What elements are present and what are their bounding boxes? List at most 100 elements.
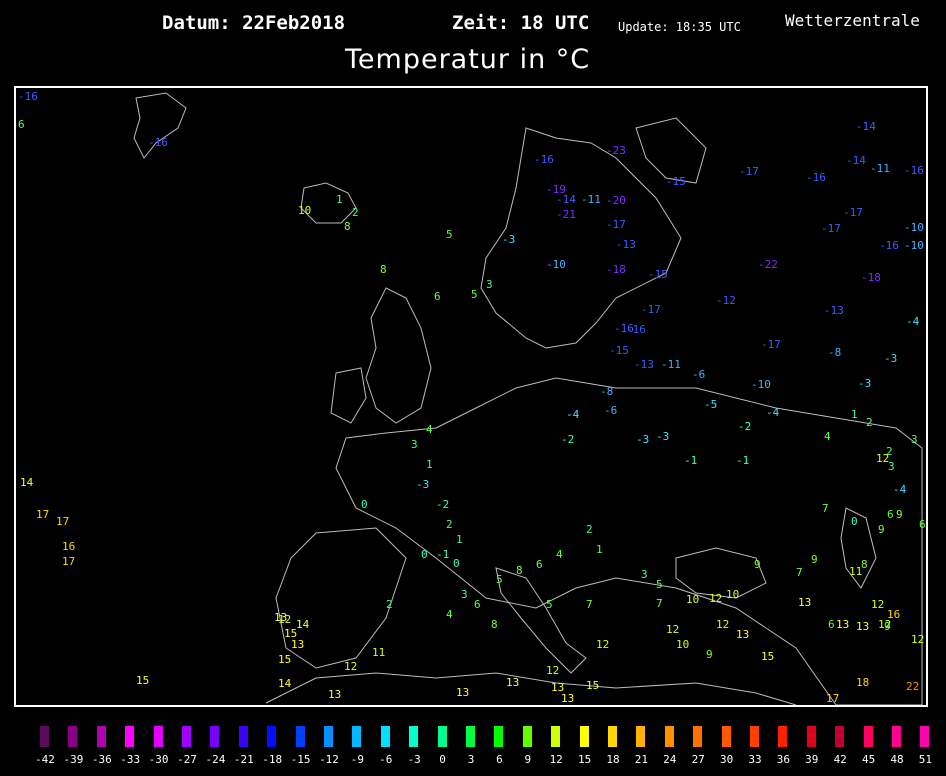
station-temperature: 5 xyxy=(496,573,503,586)
station-temperature: 17 xyxy=(826,692,839,705)
station-temperature: -4 xyxy=(566,408,580,421)
station-temperature: -10 xyxy=(904,221,924,234)
station-temperature: -16 xyxy=(806,171,826,184)
station-temperature: 3 xyxy=(911,433,918,446)
legend-swatch xyxy=(863,726,873,747)
legend-swatch xyxy=(352,726,362,747)
station-temperature: 3 xyxy=(486,278,493,291)
station-temperature: 6 xyxy=(919,518,926,531)
station-temperature: 10 xyxy=(676,638,689,651)
station-temperature: 11 xyxy=(372,646,385,659)
station-temperature: -23 xyxy=(606,144,626,157)
station-temperature: 13 xyxy=(856,620,869,633)
station-temperature: 0 xyxy=(453,557,460,570)
station-temperature: 6 xyxy=(887,508,894,521)
station-temperature: 2 xyxy=(866,416,873,429)
station-temperature: -16 xyxy=(614,322,634,335)
station-temperature: -3 xyxy=(416,478,429,491)
station-temperature: -18 xyxy=(606,263,626,276)
station-temperature: 9 xyxy=(811,553,818,566)
station-temperature: 2 xyxy=(386,598,393,611)
station-temperature: -5 xyxy=(704,398,717,411)
station-temperature: -17 xyxy=(606,218,626,231)
map-title: Temperatur in °C xyxy=(345,44,591,75)
legend-swatch xyxy=(693,726,703,747)
legend-swatch xyxy=(494,726,504,747)
station-temperature: -6 xyxy=(604,404,617,417)
station-temperature: -16 xyxy=(879,239,899,252)
legend-swatch xyxy=(892,726,901,747)
station-temperature: 6 xyxy=(536,558,543,571)
station-temperature: 1 xyxy=(456,533,463,546)
station-temperature: 10 xyxy=(298,204,311,217)
date-label: Datum: 22Feb2018 xyxy=(162,12,346,34)
station-temperature: -14 xyxy=(556,193,576,206)
station-temperature: 12 xyxy=(716,618,729,631)
station-temperature: 9 xyxy=(754,558,761,571)
station-temperature: -10 xyxy=(904,239,924,252)
station-temperature: 6 xyxy=(474,598,481,611)
station-temperature: 15 xyxy=(586,679,599,692)
legend-swatch xyxy=(579,726,589,747)
station-temperature: 13 xyxy=(274,611,287,624)
legend-swatch xyxy=(324,726,333,747)
station-temperature: 0 xyxy=(361,498,368,511)
station-temperature: -15 xyxy=(666,175,686,188)
station-temperature: -16 xyxy=(148,136,168,149)
station-temperature: -2 xyxy=(561,433,574,446)
legend-swatch xyxy=(267,726,277,747)
station-temperature: 12 xyxy=(871,598,884,611)
map-header: Datum: 22Feb2018 Zeit: 18 UTC Update: 18… xyxy=(0,0,946,86)
legend-swatch xyxy=(522,726,532,747)
station-temperature: -14 xyxy=(846,154,866,167)
station-temperature: -10 xyxy=(546,258,566,271)
station-temperature: 12 xyxy=(911,633,924,646)
station-temperature: 9 xyxy=(706,648,713,661)
station-temperature: -10 xyxy=(751,378,771,391)
station-temperature: -11 xyxy=(870,162,890,175)
station-temperature: 3 xyxy=(411,438,418,451)
station-temperature: 3 xyxy=(641,568,648,581)
station-temperature: 7 xyxy=(822,502,829,515)
station-temperature: -17 xyxy=(843,206,863,219)
station-temperature: 12 xyxy=(546,664,559,677)
station-temperature: 12 xyxy=(666,623,679,636)
station-temperature: -15 xyxy=(609,344,629,357)
station-temperature: -13 xyxy=(824,304,844,317)
station-temperature: 5 xyxy=(471,288,478,301)
station-temperature: 6 xyxy=(434,290,441,303)
color-legend: -42 -39 -36 -33 -30 -27 -24 -21 -18 -15 -12 -9 -6 -3 0… xyxy=(0,712,946,776)
station-temperature: 0 xyxy=(851,515,858,528)
station-temperature: -2 xyxy=(436,498,449,511)
station-temperature: 1 xyxy=(336,193,343,206)
station-temperature: 13 xyxy=(291,638,304,651)
legend-swatch xyxy=(409,726,419,747)
station-temperature: 15 xyxy=(136,674,149,687)
station-temperature: 4 xyxy=(556,548,563,561)
map-canvas: -166-1610182856 53-3-16-23-19-14 -11 -20-21… xyxy=(18,90,926,705)
legend-swatch xyxy=(664,726,674,747)
station-temperature: -11 xyxy=(581,193,601,206)
legend-swatch xyxy=(96,726,106,747)
station-temperature: -8 xyxy=(828,346,841,359)
station-temperature: 18 xyxy=(856,676,869,689)
station-temperature: 15 xyxy=(278,653,291,666)
station-temperature: -17 xyxy=(739,165,759,178)
station-temperature: -1 xyxy=(684,454,697,467)
station-temperature: -1 xyxy=(436,548,449,561)
station-temperature: 13 xyxy=(328,688,341,701)
station-temperature: 2 xyxy=(446,518,453,531)
legend-swatch xyxy=(40,726,49,747)
station-temperature: -8 xyxy=(600,385,613,398)
station-temperature: 6 xyxy=(18,118,25,131)
station-temperature: -21 xyxy=(556,208,576,221)
station-temperature: -17 xyxy=(821,222,841,235)
station-temperature: -16 xyxy=(904,164,924,177)
station-temperature: -18 xyxy=(861,271,881,284)
legend-swatch xyxy=(68,726,78,747)
station-temperature: -1 xyxy=(736,454,749,467)
station-temperature: -13 xyxy=(616,238,636,251)
station-labels: -166-1610182856 53-3-16-23-19-14 -11 -20-21… xyxy=(18,90,926,705)
legend-swatch xyxy=(182,726,191,747)
station-temperature: 7 xyxy=(586,598,593,611)
